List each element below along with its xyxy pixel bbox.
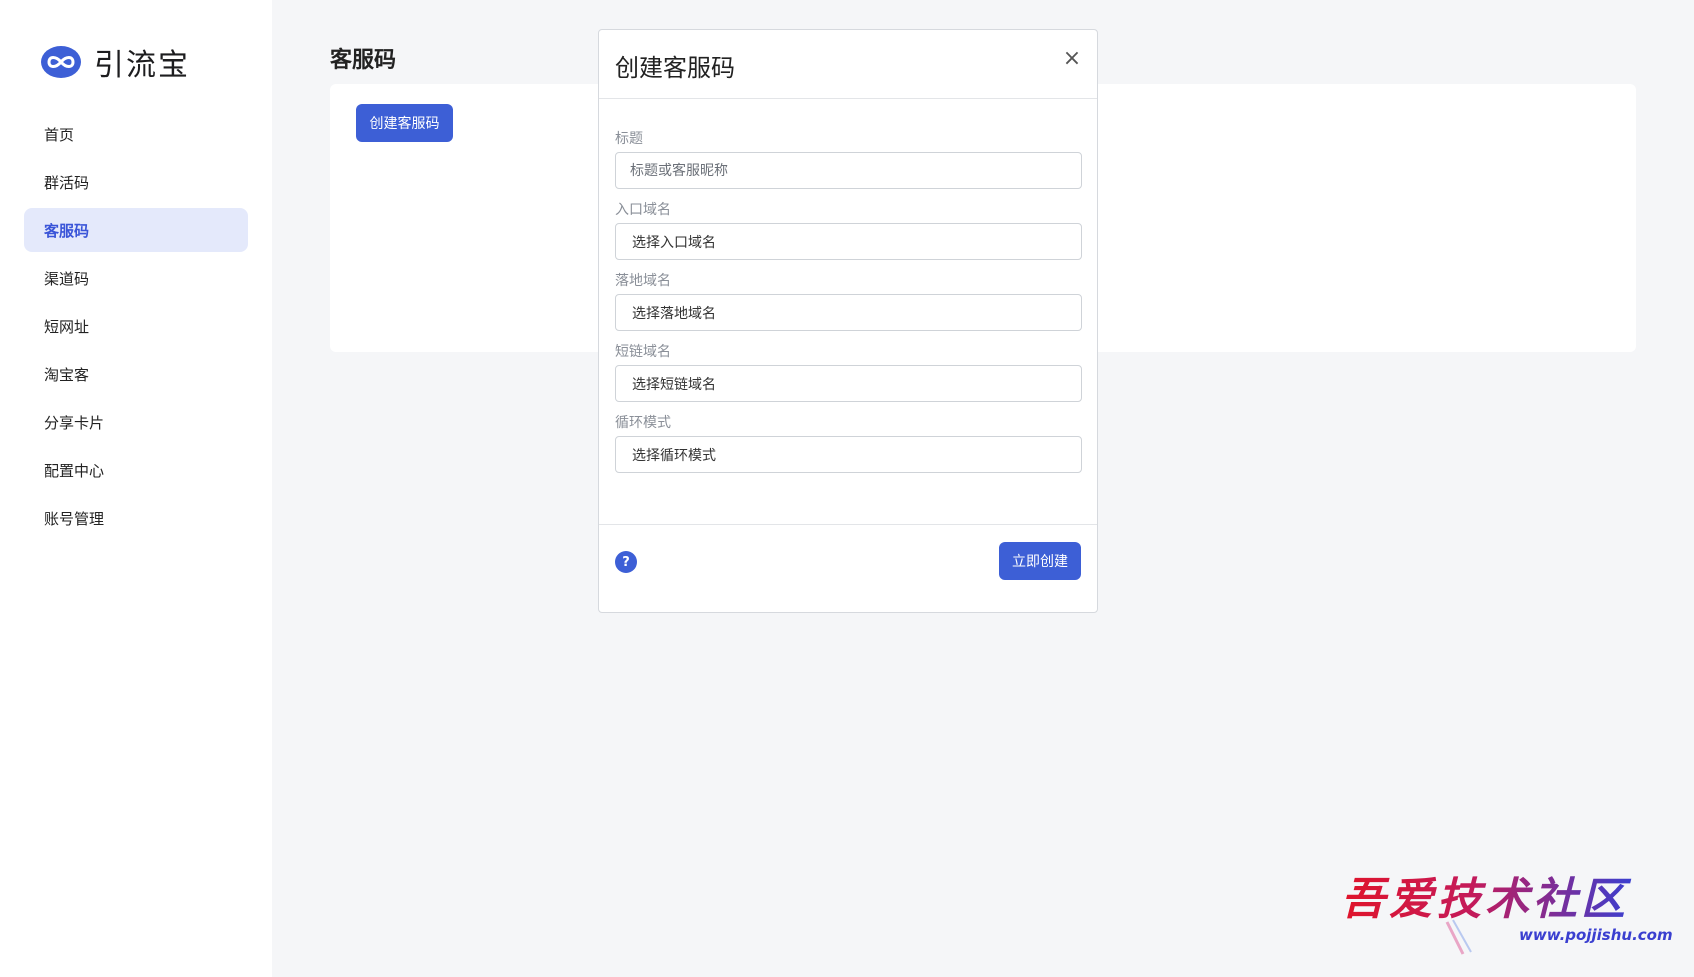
short-domain-value: 选择短链域名 — [632, 376, 716, 393]
field-title: 标题 — [615, 129, 1082, 189]
modal-footer: ? 立即创建 — [599, 524, 1097, 613]
sidebar-item-label: 分享卡片 — [44, 413, 105, 432]
modal-body: 标题 入口域名 选择入口域名 落地域名 选择落地域名 短链域名 选择短链域名 循… — [599, 99, 1097, 473]
loop-mode-value: 选择循环模式 — [632, 447, 716, 464]
field-entry-domain: 入口域名 选择入口域名 — [615, 200, 1082, 260]
sidebar-item-short-url[interactable]: 短网址 — [24, 304, 248, 348]
field-loop-mode: 循环模式 选择循环模式 — [615, 413, 1082, 473]
entry-domain-label: 入口域名 — [615, 202, 671, 218]
sidebar: 引流宝 首页 群活码 客服码 渠道码 短网址 淘宝客 分享卡片 配置中心 账号管… — [0, 0, 272, 977]
landing-domain-label: 落地域名 — [615, 273, 671, 289]
sidebar-item-home[interactable]: 首页 — [24, 112, 248, 156]
entry-domain-select[interactable]: 选择入口域名 — [615, 223, 1082, 260]
sidebar-item-service-qrcode[interactable]: 客服码 — [24, 208, 248, 252]
create-service-qrcode-modal: 创建客服码 × 标题 入口域名 选择入口域名 落地域名 选择落地域名 短链域名 … — [598, 29, 1098, 613]
sidebar-item-label: 配置中心 — [44, 461, 105, 480]
page-title: 客服码 — [330, 48, 397, 73]
modal-title: 创建客服码 — [615, 54, 735, 82]
entry-domain-value: 选择入口域名 — [632, 234, 716, 251]
field-landing-domain: 落地域名 选择落地域名 — [615, 271, 1082, 331]
create-service-qrcode-button[interactable]: 创建客服码 — [356, 104, 453, 142]
sidebar-item-channel-qrcode[interactable]: 渠道码 — [24, 256, 248, 300]
sidebar-item-label: 短网址 — [44, 317, 90, 336]
loop-mode-label: 循环模式 — [615, 415, 671, 431]
sidebar-item-group-qrcode[interactable]: 群活码 — [24, 160, 248, 204]
loop-mode-select[interactable]: 选择循环模式 — [615, 436, 1082, 473]
watermark-logo: 吾爱技术社区 www.pojjishu.com — [1341, 874, 1673, 955]
sidebar-nav: 首页 群活码 客服码 渠道码 短网址 淘宝客 分享卡片 配置中心 账号管理 — [24, 112, 248, 544]
sidebar-item-config-center[interactable]: 配置中心 — [24, 448, 248, 492]
sidebar-item-account-management[interactable]: 账号管理 — [24, 496, 248, 540]
short-domain-label: 短链域名 — [615, 344, 671, 360]
svg-text:www.pojjishu.com: www.pojjishu.com — [1519, 926, 1673, 944]
sidebar-item-label: 首页 — [44, 125, 75, 144]
title-input[interactable] — [615, 152, 1082, 189]
sidebar-item-share-card[interactable]: 分享卡片 — [24, 400, 248, 444]
infinity-logo-icon — [41, 46, 81, 78]
modal-header: 创建客服码 × — [599, 30, 1097, 99]
sidebar-item-taobaoke[interactable]: 淘宝客 — [24, 352, 248, 396]
create-now-button[interactable]: 立即创建 — [999, 542, 1081, 580]
sidebar-item-label: 客服码 — [44, 221, 90, 240]
svg-text:吾爱技术社区: 吾爱技术社区 — [1341, 874, 1632, 925]
sidebar-item-label: 淘宝客 — [44, 365, 90, 384]
sidebar-item-label: 账号管理 — [44, 509, 105, 528]
sidebar-item-label: 渠道码 — [44, 269, 90, 288]
brand[interactable]: 引流宝 — [40, 40, 190, 84]
question-icon[interactable]: ? — [615, 551, 637, 573]
close-icon[interactable]: × — [1061, 48, 1083, 70]
landing-domain-value: 选择落地域名 — [632, 305, 716, 322]
brand-name: 引流宝 — [94, 48, 190, 83]
field-short-domain: 短链域名 选择短链域名 — [615, 342, 1082, 402]
landing-domain-select[interactable]: 选择落地域名 — [615, 294, 1082, 331]
title-label: 标题 — [615, 131, 643, 147]
short-domain-select[interactable]: 选择短链域名 — [615, 365, 1082, 402]
sidebar-item-label: 群活码 — [44, 173, 90, 192]
